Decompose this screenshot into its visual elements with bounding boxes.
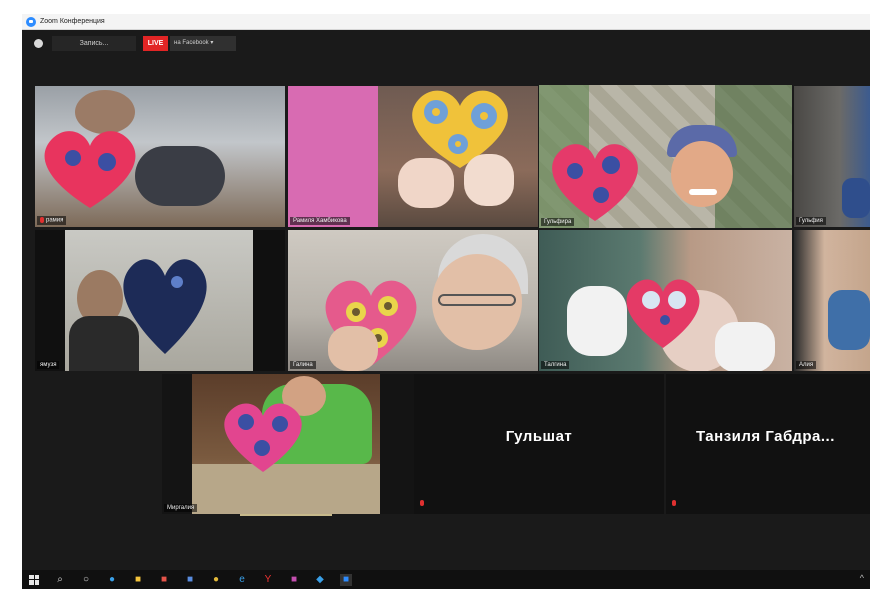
mic-muted-icon <box>420 500 424 506</box>
cortana-icon[interactable]: ○ <box>80 574 92 586</box>
participant-name-label: Алия <box>796 361 817 369</box>
chrome-icon[interactable]: ● <box>210 574 222 586</box>
speaker-progress-bar <box>240 514 332 516</box>
participant-name-label: Гульфия <box>796 217 826 225</box>
video-tile-galina[interactable]: Галина <box>288 230 538 371</box>
participant-name-label: Талгина <box>541 361 570 369</box>
live-badge: LIVE <box>143 36 168 51</box>
mail-icon[interactable]: ◆ <box>314 574 326 586</box>
zoom-meeting-window: Запись... LIVE на Facebook ▾ рамия Рамил… <box>22 30 870 570</box>
system-tray-chevron-icon[interactable]: ^ <box>860 573 864 583</box>
edge-icon[interactable]: ● <box>106 574 118 586</box>
participant-name-label: Галина <box>290 361 316 369</box>
participant-name-label: Гульфира <box>541 218 575 226</box>
video-tile-gulfira[interactable]: Гульфира <box>539 85 792 228</box>
participant-name-label: рамия <box>37 216 67 225</box>
video-tile-ramilya[interactable]: Рамиля Хамбикова <box>288 86 538 227</box>
window-titlebar: Zoom Конференция <box>22 14 870 30</box>
record-icon[interactable] <box>34 39 43 48</box>
video-tile-gulshat[interactable]: Гульшат <box>414 374 664 514</box>
video-tile-gulfiya[interactable]: Гульфия <box>794 86 870 227</box>
record-button[interactable]: Запись... <box>52 36 136 51</box>
video-tile-talgina[interactable]: Талгина <box>539 230 792 371</box>
mic-muted-icon <box>40 217 44 224</box>
video-tile-yamuzya[interactable]: ямузя <box>35 230 285 371</box>
video-tile-aliya[interactable]: Алия <box>794 230 870 371</box>
participant-name-label: Миргалия <box>164 504 198 512</box>
participant-name-label: Гульшат <box>505 428 573 445</box>
facebook-stream-dropdown[interactable]: на Facebook ▾ <box>170 36 236 51</box>
mic-muted-icon <box>672 500 676 506</box>
store-icon[interactable]: ■ <box>158 574 170 586</box>
heart-craft-icon <box>44 131 136 208</box>
search-icon[interactable]: ⌕ <box>54 574 66 586</box>
word-icon[interactable]: ■ <box>184 574 196 586</box>
internet-explorer-icon[interactable]: e <box>236 574 248 586</box>
heart-craft-icon <box>552 144 638 221</box>
meeting-top-bar: Запись... LIVE на Facebook ▾ <box>22 30 870 58</box>
participant-name-label: Танзиля Габдра... <box>696 428 835 445</box>
heart-craft-icon <box>626 279 700 348</box>
yandex-icon[interactable]: Y <box>262 574 274 586</box>
video-tile-ramiya[interactable]: рамия <box>35 86 285 227</box>
file-explorer-icon[interactable]: ■ <box>132 574 144 586</box>
zoom-app-icon <box>26 16 36 27</box>
video-tile-tanzilya[interactable]: Танзиля Габдра... <box>666 374 870 514</box>
heart-craft-icon <box>224 403 302 472</box>
zoom-icon[interactable]: ■ <box>340 573 352 586</box>
windows-taskbar: ⌕ ○ ● ■ ■ ■ ● e Y ■ ◆ ■ ^ <box>22 570 870 589</box>
participant-name-label: Рамиля Хамбикова <box>290 217 350 225</box>
window-title: Zoom Конференция <box>40 18 105 25</box>
video-tile-mirgaliya[interactable]: Миргалия <box>162 374 414 514</box>
heart-craft-icon <box>123 259 207 354</box>
windows-start-icon[interactable] <box>28 574 40 586</box>
participant-name-label: ямузя <box>37 361 60 369</box>
photos-icon[interactable]: ■ <box>288 574 300 586</box>
